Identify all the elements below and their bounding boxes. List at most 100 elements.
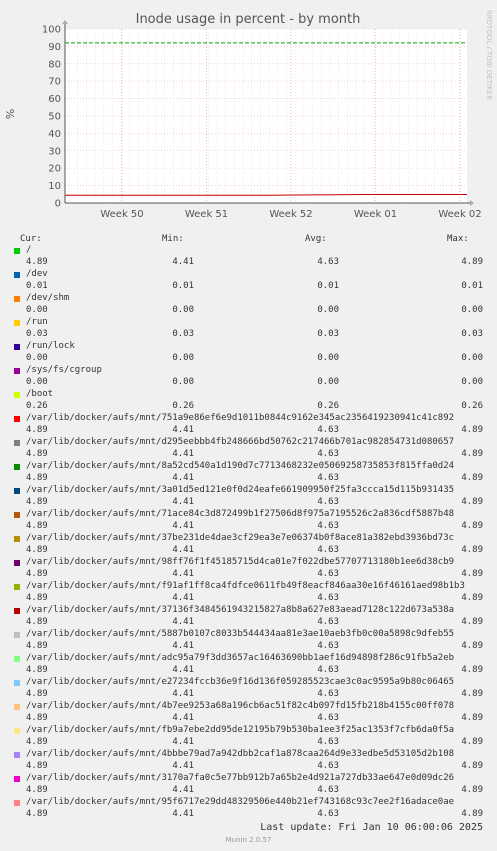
legend-value-cur: 4.89 <box>26 641 48 651</box>
legend-swatch <box>14 560 20 566</box>
legend-swatch <box>14 608 20 614</box>
legend-value-max: 4.89 <box>461 689 483 699</box>
legend-value-cur: 0.01 <box>26 281 48 291</box>
y-tick-label: 100 <box>42 25 61 36</box>
legend-item-name: /var/lib/docker/aufs/mnt/adc95a79f3dd365… <box>26 653 455 663</box>
y-tick-label: 30 <box>48 146 61 157</box>
legend-item-name: /var/lib/docker/aufs/mnt/f91af1ff8ca4fdf… <box>26 581 465 591</box>
legend-value-avg: 4.63 <box>317 761 339 771</box>
legend-value-cur: 4.89 <box>26 809 48 819</box>
legend-value-cur: 0.26 <box>26 401 48 411</box>
rrdtool-watermark: RRDTOOL / TOBI OETIKER <box>485 10 493 100</box>
y-tick-label: 70 <box>48 77 61 88</box>
chart-title: Inode usage in percent - by month <box>136 12 361 27</box>
legend-value-cur: 4.89 <box>26 665 48 675</box>
legend-value-avg: 4.63 <box>317 713 339 723</box>
legend-value-avg: 4.63 <box>317 545 339 555</box>
legend-swatch <box>14 488 20 494</box>
legend-value-max: 4.89 <box>461 785 483 795</box>
legend-swatch <box>14 344 20 350</box>
legend-value-max: 4.89 <box>461 545 483 555</box>
legend-value-cur: 4.89 <box>26 545 48 555</box>
legend-item-name: /var/lib/docker/aufs/mnt/d295eebbb4fb248… <box>26 437 455 447</box>
munin-version: Munin 2.0.57 <box>225 836 272 844</box>
y-tick-label: 80 <box>48 59 61 70</box>
legend-value-cur: 4.89 <box>26 713 48 723</box>
legend-value-cur: 0.00 <box>26 353 48 363</box>
legend-item-name: /boot <box>26 389 54 399</box>
legend-swatch <box>14 632 20 638</box>
legend-value-max: 4.89 <box>461 713 483 723</box>
legend-value-min: 0.01 <box>172 281 194 291</box>
y-axis-arrow <box>62 20 68 24</box>
legend-value-max: 4.89 <box>461 593 483 603</box>
legend-value-max: 4.89 <box>461 425 483 435</box>
legend-value-cur: 4.89 <box>26 425 48 435</box>
legend-value-max: 0.00 <box>461 305 483 315</box>
legend-item-name: /run <box>26 317 48 327</box>
legend-value-max: 4.89 <box>461 257 483 267</box>
legend-item-name: /run/lock <box>26 341 75 351</box>
y-tick-label: 0 <box>55 199 61 210</box>
legend-value-min: 4.41 <box>172 473 194 483</box>
legend-item-name: /var/lib/docker/aufs/mnt/e27234fccb36e9f… <box>26 677 455 687</box>
legend-value-max: 0.00 <box>461 353 483 363</box>
legend-item-name: /var/lib/docker/aufs/mnt/fb9a7ebe2dd95de… <box>26 725 455 735</box>
legend-value-cur: 4.89 <box>26 785 48 795</box>
legend-value-max: 4.89 <box>461 569 483 579</box>
legend-value-cur: 4.89 <box>26 473 48 483</box>
legend-value-cur: 4.89 <box>26 593 48 603</box>
legend-item-name: /var/lib/docker/aufs/mnt/8a52cd540a1d190… <box>26 461 455 471</box>
legend-item-name: /dev/shm <box>26 293 70 303</box>
legend-value-avg: 4.63 <box>317 785 339 795</box>
legend-value-min: 4.41 <box>172 257 194 267</box>
legend-swatch <box>14 512 20 518</box>
legend-value-avg: 0.26 <box>317 401 339 411</box>
legend-value-avg: 4.63 <box>317 665 339 675</box>
legend-value-min: 4.41 <box>172 425 194 435</box>
legend-value-max: 0.00 <box>461 377 483 387</box>
legend-value-min: 4.41 <box>172 497 194 507</box>
legend-value-max: 4.89 <box>461 617 483 627</box>
legend-swatch <box>14 320 20 326</box>
legend-value-max: 4.89 <box>461 521 483 531</box>
y-tick-label: 10 <box>48 181 61 192</box>
legend-value-min: 4.41 <box>172 449 194 459</box>
legend-item-name: /var/lib/docker/aufs/mnt/95f6717e29dd483… <box>26 797 455 807</box>
legend-value-min: 4.41 <box>172 617 194 627</box>
chart: 0 10 20 30 40 50 60 70 80 90 100 Week 50 Week 51 Week… <box>4 10 493 220</box>
legend-item-name: /var/lib/docker/aufs/mnt/5887b0107c8033b… <box>26 629 455 639</box>
legend-value-cur: 4.89 <box>26 761 48 771</box>
legend-swatch <box>14 728 20 734</box>
legend-swatch <box>14 440 20 446</box>
legend-value-cur: 4.89 <box>26 617 48 627</box>
legend-value-avg: 4.63 <box>317 737 339 747</box>
legend-value-max: 4.89 <box>461 641 483 651</box>
legend-value-max: 4.89 <box>461 473 483 483</box>
legend-swatch <box>14 248 20 254</box>
legend-value-avg: 4.63 <box>317 497 339 507</box>
legend-value-cur: 4.89 <box>26 689 48 699</box>
legend-value-max: 4.89 <box>461 665 483 675</box>
legend-swatch <box>14 464 20 470</box>
legend-swatch <box>14 656 20 662</box>
legend-value-cur: 4.89 <box>26 257 48 267</box>
legend-value-avg: 4.63 <box>317 449 339 459</box>
last-update: Last update: Fri Jan 10 06:00:06 2025 <box>260 822 483 833</box>
legend-value-min: 4.41 <box>172 761 194 771</box>
legend-value-min: 0.03 <box>172 329 194 339</box>
y-tick-label: 60 <box>48 94 61 105</box>
legend-item-name: /var/lib/docker/aufs/mnt/4b7ee9253a68a19… <box>26 701 455 711</box>
legend-value-cur: 0.03 <box>26 329 48 339</box>
legend-swatch <box>14 296 20 302</box>
legend-swatch <box>14 704 20 710</box>
legend-value-cur: 0.00 <box>26 377 48 387</box>
legend-value-cur: 4.89 <box>26 737 48 747</box>
x-tick-label: Week 50 <box>100 209 143 220</box>
legend-value-min: 4.41 <box>172 569 194 579</box>
legend-item-name: /var/lib/docker/aufs/mnt/37136f348456194… <box>26 605 455 615</box>
legend-item-name: /var/lib/docker/aufs/mnt/751a9e86ef6e9d1… <box>26 413 455 423</box>
x-tick-label: Week 02 <box>438 209 481 220</box>
legend-value-max: 4.89 <box>461 497 483 507</box>
legend-value-min: 4.41 <box>172 689 194 699</box>
